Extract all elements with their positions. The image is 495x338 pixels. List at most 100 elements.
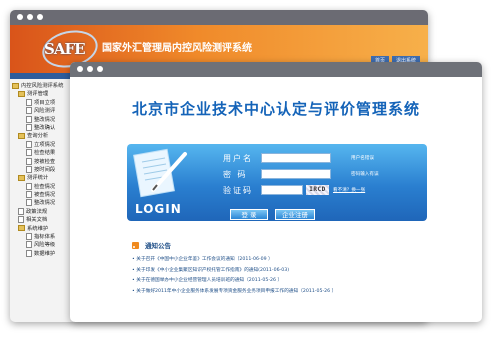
document-icon	[18, 207, 24, 215]
tree-item-label: 检查情况	[34, 183, 56, 190]
document-icon	[26, 199, 32, 207]
safe-logo: SAFE	[36, 25, 108, 73]
window-dot[interactable]	[37, 14, 43, 20]
window-dot[interactable]	[97, 66, 103, 72]
site-title: 北京市企业技术中心认定与评价管理系统	[131, 100, 420, 118]
window-dot[interactable]	[27, 14, 33, 20]
password-hint: 密码输入有误	[351, 172, 379, 177]
tree-item-label: 查询分析	[27, 133, 49, 140]
login-button[interactable]: 登 录	[230, 209, 268, 220]
notice-section: 通知公告 • 关于召开《中国中小企业年鉴》工作会议的通知（2011-06-09 …	[132, 240, 432, 297]
document-icon	[26, 249, 32, 257]
tree-item[interactable]: 相关文档	[12, 216, 72, 224]
captcha-refresh-link[interactable]: 看不清？换一张	[333, 187, 365, 193]
tree-item-label: 测评统计	[27, 175, 49, 182]
tree-item-label: 系统维护	[27, 225, 49, 232]
tree-item-label: 测评管理	[27, 91, 49, 98]
captcha-image[interactable]: IRCD	[306, 185, 329, 195]
tree-item[interactable]: 指标体系	[12, 233, 72, 241]
tree-item-label: 整改确认	[34, 124, 56, 131]
rss-icon	[132, 241, 139, 249]
tree-item-label: 数据维护	[34, 250, 56, 257]
notice-item[interactable]: • 关于印发《中小企业集聚区知识产权托管工作指南》的通知(2011-06-03)	[132, 266, 432, 277]
tree-item-label: 相关文档	[26, 217, 48, 224]
document-icon	[26, 107, 32, 115]
front-window-titlebar	[70, 62, 482, 77]
username-hint: 用户名错误	[351, 156, 374, 161]
tree-item[interactable]: 检查情况	[12, 182, 72, 191]
folder-icon	[12, 82, 19, 89]
captcha-row: 验证码 IRCD 看不清？换一张	[223, 184, 365, 196]
notice-title: 通知公告	[145, 242, 171, 250]
username-row: 用户名 用户名错误	[223, 152, 374, 164]
back-window-titlebar	[10, 10, 428, 25]
tree-item[interactable]: 检查结果	[12, 149, 72, 157]
password-label: 密 码	[223, 169, 248, 179]
tree-item[interactable]: 政策法规	[12, 207, 72, 216]
document-icon	[26, 241, 32, 249]
logo-text: SAFE	[44, 40, 86, 58]
document-icon	[26, 182, 32, 190]
document-icon	[26, 123, 32, 131]
tree-item[interactable]: 按时间段	[12, 165, 72, 174]
document-icon	[26, 157, 32, 165]
login-label: LOGIN	[135, 202, 182, 216]
front-window: 北京市企业技术中心认定与评价管理系统 LOGIN 用户名 用户名错误 密 码 密…	[70, 62, 482, 322]
tree-item[interactable]: 立项情况	[12, 140, 72, 149]
tree-item[interactable]: 测评管理	[12, 90, 72, 98]
tree-item[interactable]: 风险测评	[12, 107, 72, 115]
tree-item-label: 整改情况	[34, 116, 56, 123]
tree-item-label: 被查情况	[34, 192, 56, 199]
tree-item[interactable]: 内控风险测评系统	[12, 82, 72, 90]
tree-item[interactable]: 查询分析	[12, 132, 72, 140]
tree-item-label: 内控风险测评系统	[21, 83, 64, 89]
tree-item-label: 指标体系	[34, 234, 56, 241]
username-label: 用户名	[223, 153, 253, 163]
document-icon	[18, 216, 24, 224]
notice-item[interactable]: • 关于做好2011年中小企业服务体系发展专项资金服务业务项目申报工作的通知（2…	[132, 287, 432, 298]
window-dot[interactable]	[87, 66, 93, 72]
tree-item[interactable]: 整改情况	[12, 115, 72, 124]
tree-item[interactable]: 项目立项	[12, 98, 72, 107]
tree-item-label: 按被检查	[34, 158, 56, 165]
tree-item-label: 项目立项	[34, 99, 56, 106]
password-row: 密 码 密码输入有误	[223, 168, 379, 180]
document-icon	[26, 165, 32, 173]
tree-item[interactable]: 数据维护	[12, 249, 72, 258]
document-icon	[26, 98, 32, 106]
captcha-input[interactable]	[261, 185, 303, 195]
tree-item[interactable]: 系统维护	[12, 225, 72, 233]
window-dot[interactable]	[17, 14, 23, 20]
tree-item-label: 政策法规	[26, 208, 48, 215]
tree-item-label: 立项情况	[34, 141, 56, 148]
folder-icon	[18, 132, 25, 139]
document-icon	[26, 115, 32, 123]
username-input[interactable]	[261, 153, 331, 163]
folder-icon	[18, 225, 25, 232]
notice-list: • 关于召开《中国中小企业年鉴》工作会议的通知（2011-06-09 ） • 关…	[132, 255, 432, 297]
notice-item[interactable]: • 关于在德国举办中小企业经营管理人员培训班的通知（2011-05-26 ）	[132, 276, 432, 287]
back-window-title: 国家外汇管理局内控风险测评系统	[102, 43, 252, 54]
document-icon	[26, 233, 32, 241]
tree-item[interactable]: 整改确认	[12, 123, 72, 132]
tree-item[interactable]: 整改情况	[12, 199, 72, 207]
notice-item[interactable]: • 关于召开《中国中小企业年鉴》工作会议的通知（2011-06-09 ）	[132, 255, 432, 266]
captcha-label: 验证码	[223, 185, 253, 195]
notice-header: 通知公告	[132, 240, 432, 250]
document-icon	[26, 191, 32, 199]
folder-icon	[18, 174, 25, 181]
password-input[interactable]	[261, 169, 331, 179]
tree-item[interactable]: 测评统计	[12, 174, 72, 182]
tree-item[interactable]: 按被检查	[12, 157, 72, 166]
register-button[interactable]: 企业注册	[275, 209, 315, 220]
tree-item-label: 按时间段	[34, 166, 56, 173]
tree-item-label: 整改情况	[34, 200, 56, 207]
tree-item[interactable]: 被查情况	[12, 191, 72, 199]
folder-icon	[18, 90, 25, 97]
tree-item-label: 检查结果	[34, 150, 56, 157]
tree-item[interactable]: 风险等级	[12, 241, 72, 249]
tree-item-label: 风险等级	[34, 242, 56, 249]
window-dot[interactable]	[77, 66, 83, 72]
document-icon	[26, 140, 32, 148]
tree-item-label: 风险测评	[34, 108, 56, 115]
